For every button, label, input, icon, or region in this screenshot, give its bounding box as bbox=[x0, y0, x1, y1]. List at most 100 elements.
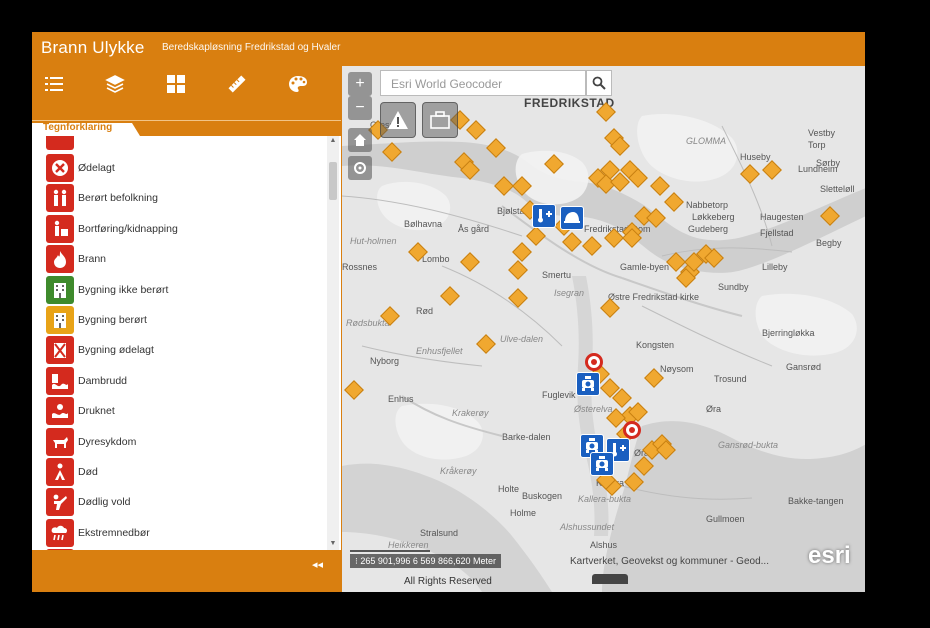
rain-icon bbox=[46, 518, 74, 547]
place-label: Gansrød-bukta bbox=[718, 440, 779, 450]
scroll-up-icon[interactable]: ▲ bbox=[329, 137, 337, 145]
place-label: Heikkeren bbox=[388, 540, 429, 550]
app-window: Brann Ulykke Beredskapløsning Fredriksta… bbox=[32, 32, 865, 592]
search-input[interactable]: Esri World Geocoder bbox=[391, 77, 502, 91]
place-label: Torp bbox=[808, 140, 826, 150]
police-car-icon[interactable] bbox=[576, 372, 600, 396]
place-label: Nyborg bbox=[370, 356, 400, 366]
scroll-down-icon[interactable]: ▼ bbox=[329, 540, 337, 548]
helmet-icon[interactable] bbox=[560, 206, 584, 230]
place-label: Sørby bbox=[816, 158, 841, 168]
place-label: Huseby bbox=[740, 152, 771, 162]
legend-item-label: Brann bbox=[78, 253, 107, 266]
building-icon bbox=[46, 275, 74, 304]
place-label: Ås gård bbox=[458, 224, 490, 234]
list-icon[interactable] bbox=[43, 73, 65, 95]
locate-button[interactable] bbox=[348, 156, 372, 180]
place-label: Bakke-tangen bbox=[788, 496, 844, 506]
legend-item-label: Ekstremnedbør bbox=[78, 526, 150, 539]
collapse-panel-icon[interactable]: ◂◂ bbox=[312, 558, 323, 571]
legend-scrollbar[interactable]: ▲ ▼ bbox=[327, 136, 339, 550]
header: Brann Ulykke Beredskapløsning Fredriksta… bbox=[32, 32, 865, 66]
locate-icon bbox=[354, 162, 366, 174]
place-label: Lombo bbox=[422, 254, 450, 264]
place-label: Rød bbox=[416, 306, 434, 316]
kidnapping-icon bbox=[46, 214, 74, 243]
target-pin[interactable] bbox=[585, 353, 603, 371]
coordinate-readout: ⁝ 265 901,996 6 569 866,620 Meter bbox=[350, 554, 501, 568]
place-label: Løkkeberg bbox=[692, 212, 735, 222]
layers-icon[interactable] bbox=[104, 73, 126, 95]
place-label: Vestby bbox=[808, 128, 836, 138]
place-label: Kråkerøy bbox=[440, 466, 477, 476]
legend-item: Dødlig vold bbox=[46, 488, 131, 517]
tab-divider bbox=[32, 120, 341, 121]
legend-item: Bygning berørt bbox=[46, 306, 147, 334]
animal-icon bbox=[46, 427, 74, 456]
place-label: Alshus bbox=[590, 540, 618, 550]
place-label: Fjellstad bbox=[760, 228, 794, 238]
place-label: Nøysom bbox=[660, 364, 694, 374]
police-car-icon[interactable] bbox=[590, 452, 614, 476]
legend-item: Ekstremnedbør bbox=[46, 518, 150, 547]
place-label: Ulve-dalen bbox=[500, 334, 544, 344]
people-icon bbox=[46, 184, 74, 213]
legend-item: Berørt befolkning bbox=[46, 184, 158, 213]
target-pin[interactable] bbox=[623, 421, 641, 439]
place-label: Fuglevik bbox=[542, 390, 576, 400]
legend-item-label: Bygning ødelagt bbox=[78, 344, 154, 357]
place-label: Øra bbox=[706, 404, 722, 414]
place-label: Barke-dalen bbox=[502, 432, 551, 442]
legend-item-label: Bortføring/kidnapping bbox=[78, 222, 178, 235]
legend-item-label: Bygning berørt bbox=[78, 314, 147, 326]
place-label: Krakerøy bbox=[452, 408, 489, 418]
tab-legend[interactable]: Tegnforklaring bbox=[32, 122, 132, 136]
legend-item: Bygning ødelagt bbox=[46, 336, 154, 365]
search-box[interactable]: Esri World Geocoder bbox=[380, 70, 586, 96]
place-label: Kongsten bbox=[636, 340, 675, 350]
flame-icon bbox=[46, 245, 74, 274]
place-label: Gamle-byen bbox=[620, 262, 670, 272]
place-label: Isegran bbox=[554, 288, 585, 298]
scrollbar-thumb[interactable] bbox=[329, 162, 337, 200]
partial-icon bbox=[46, 136, 74, 150]
legend-item-label: Dødlig vold bbox=[78, 496, 131, 509]
toolbox-button[interactable] bbox=[422, 102, 458, 138]
legend-list: Ødelagt Berørt befolkning Bortføring/kidna… bbox=[32, 136, 328, 550]
legend-item: Død bbox=[46, 458, 98, 486]
legend-item-label: Dambrudd bbox=[78, 374, 128, 387]
search-button[interactable] bbox=[586, 70, 612, 96]
legend-item: Bortføring/kidnapping bbox=[46, 214, 178, 243]
app-subtitle: Beredskapløsning Fredrikstad og Hvaler bbox=[162, 42, 341, 53]
building-icon bbox=[46, 306, 74, 334]
zoom-out-button[interactable]: − bbox=[348, 96, 372, 120]
drowning-icon bbox=[46, 397, 74, 426]
thermometer-plus-icon[interactable] bbox=[532, 204, 556, 228]
attribution-toggle[interactable] bbox=[592, 574, 628, 584]
place-label: Sletteløll bbox=[820, 184, 855, 194]
legend-item: Dambrudd bbox=[46, 366, 128, 395]
place-label: Bjerringløkka bbox=[762, 328, 815, 338]
place-label: Stralsund bbox=[420, 528, 459, 538]
x-circle-icon bbox=[46, 154, 74, 182]
search-icon bbox=[592, 76, 606, 90]
place-label: Gansrød bbox=[786, 362, 822, 372]
legend-item: Ødelagt bbox=[46, 154, 115, 182]
home-button[interactable] bbox=[348, 128, 372, 152]
tab-legend-label: Tegnforklaring bbox=[43, 122, 113, 133]
app-title: Brann Ulykke bbox=[41, 38, 145, 57]
place-label: Østre Fredrikstad kirke bbox=[608, 292, 700, 302]
grid-icon[interactable] bbox=[165, 73, 187, 95]
toolbar bbox=[32, 66, 341, 102]
map-view[interactable]: FREDRIKSTADGressvikBjølstadBølhavnaÅs gå… bbox=[341, 66, 865, 592]
legend-item-label: Bygning ikke berørt bbox=[78, 283, 169, 296]
measure-icon[interactable] bbox=[226, 73, 248, 95]
esri-logo: esri bbox=[808, 542, 851, 569]
warning-button[interactable] bbox=[380, 102, 416, 138]
legend-item: Druknet bbox=[46, 397, 115, 426]
place-label: Hut-holmen bbox=[350, 236, 397, 246]
side-panel: Tegnforklaring Ødelagt Berørt befolkning B… bbox=[32, 66, 341, 592]
place-label: Holte bbox=[498, 484, 520, 494]
palette-icon[interactable] bbox=[287, 73, 309, 95]
zoom-in-button[interactable]: + bbox=[348, 72, 372, 96]
